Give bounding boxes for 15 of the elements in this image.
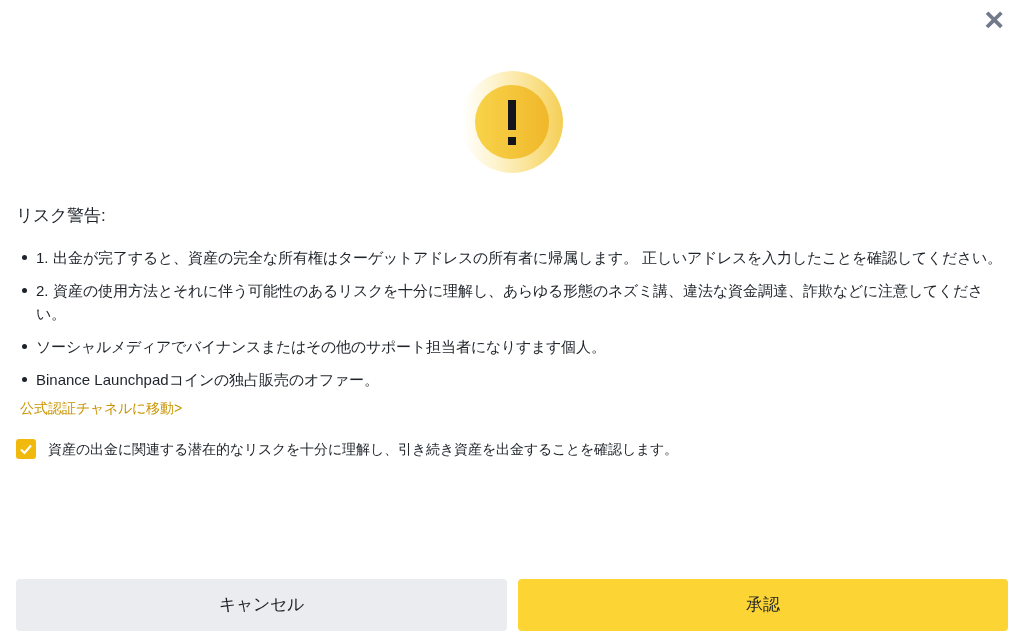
bullet-icon (22, 255, 27, 260)
warning-text: Binance Launchpadコインの独占販売のオファー。 (36, 370, 379, 390)
warning-title: リスク警告: (16, 205, 107, 227)
bullet-icon (22, 344, 27, 349)
approve-button[interactable]: 承認 (517, 579, 1008, 631)
close-button[interactable]: × (984, 2, 1004, 36)
check-icon (19, 442, 33, 456)
confirm-checkbox[interactable] (16, 439, 36, 459)
warning-text: ソーシャルメディアでバイナンスまたはその他のサポート担当者になりすます個人。 (36, 337, 606, 357)
warning-text: 1. 出金が完了すると、資産の完全な所有権はターゲットアドレスの所有者に帰属します。 正しいアドレスを入力したことを確認してください。 (36, 248, 1002, 268)
confirm-label: 資産の出金に関連する潜在的なリスクを十分に理解し、引き続き資産を出金することを確認します。 (48, 440, 678, 459)
bullet-icon (22, 288, 27, 293)
warning-text: 2. 資産の使用方法とそれに伴う可能性のあるリスクを十分に理解し、あらゆる形態のネズミ講、違法な資金調達、詐欺などに注意してください。 (36, 281, 984, 324)
cancel-button[interactable]: キャンセル (16, 579, 507, 631)
bullet-icon (22, 377, 27, 382)
